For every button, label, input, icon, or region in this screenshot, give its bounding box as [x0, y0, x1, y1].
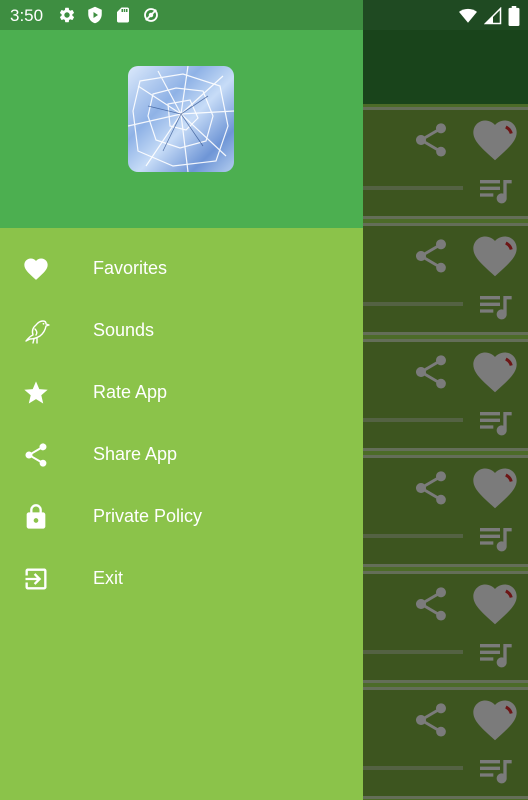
menu-item-private-policy[interactable]: Private Policy [0, 486, 363, 548]
menu-item-label: Private Policy [93, 506, 203, 526]
menu-item-label: Rate App [93, 382, 168, 402]
menu-item-sounds[interactable]: Sounds [0, 300, 363, 362]
star-icon [24, 381, 48, 404]
menu-item-share-app[interactable]: Share App [0, 424, 363, 486]
signal-icon [484, 7, 502, 25]
app-logo [128, 66, 234, 172]
heart-icon [24, 258, 48, 280]
menu-item-label: Share App [93, 444, 178, 464]
status-bar-left [0, 0, 363, 30]
exit-icon [25, 568, 47, 590]
menu-item-label: Sounds [93, 320, 155, 340]
menu-item-label: Exit [93, 568, 124, 588]
navigation-drawer: Favorites Sounds Rate App Share App Priv… [0, 0, 363, 800]
menu-item-favorites[interactable]: Favorites [0, 238, 363, 300]
drawer-header [0, 30, 363, 228]
notification-icons [58, 6, 160, 24]
status-bar: 3:50 [0, 0, 528, 30]
menu-item-exit[interactable]: Exit [0, 548, 363, 610]
system-icons [458, 6, 520, 26]
status-time: 3:50 [10, 6, 44, 25]
menu-item-label: Favorites [93, 258, 168, 278]
battery-icon [508, 6, 520, 26]
shattered-glass-logo [128, 66, 234, 172]
drawer-menu: Favorites Sounds Rate App Share App Priv… [0, 238, 363, 610]
location-off-icon [144, 8, 158, 22]
share-icon [25, 443, 47, 467]
menu-item-rate-app[interactable]: Rate App [0, 362, 363, 424]
settings-icon [59, 7, 75, 23]
bird-icon [25, 320, 50, 344]
shield-play-icon [88, 6, 102, 24]
wifi-icon [459, 8, 477, 23]
sd-card-icon [117, 7, 129, 23]
lock-icon [26, 504, 46, 529]
